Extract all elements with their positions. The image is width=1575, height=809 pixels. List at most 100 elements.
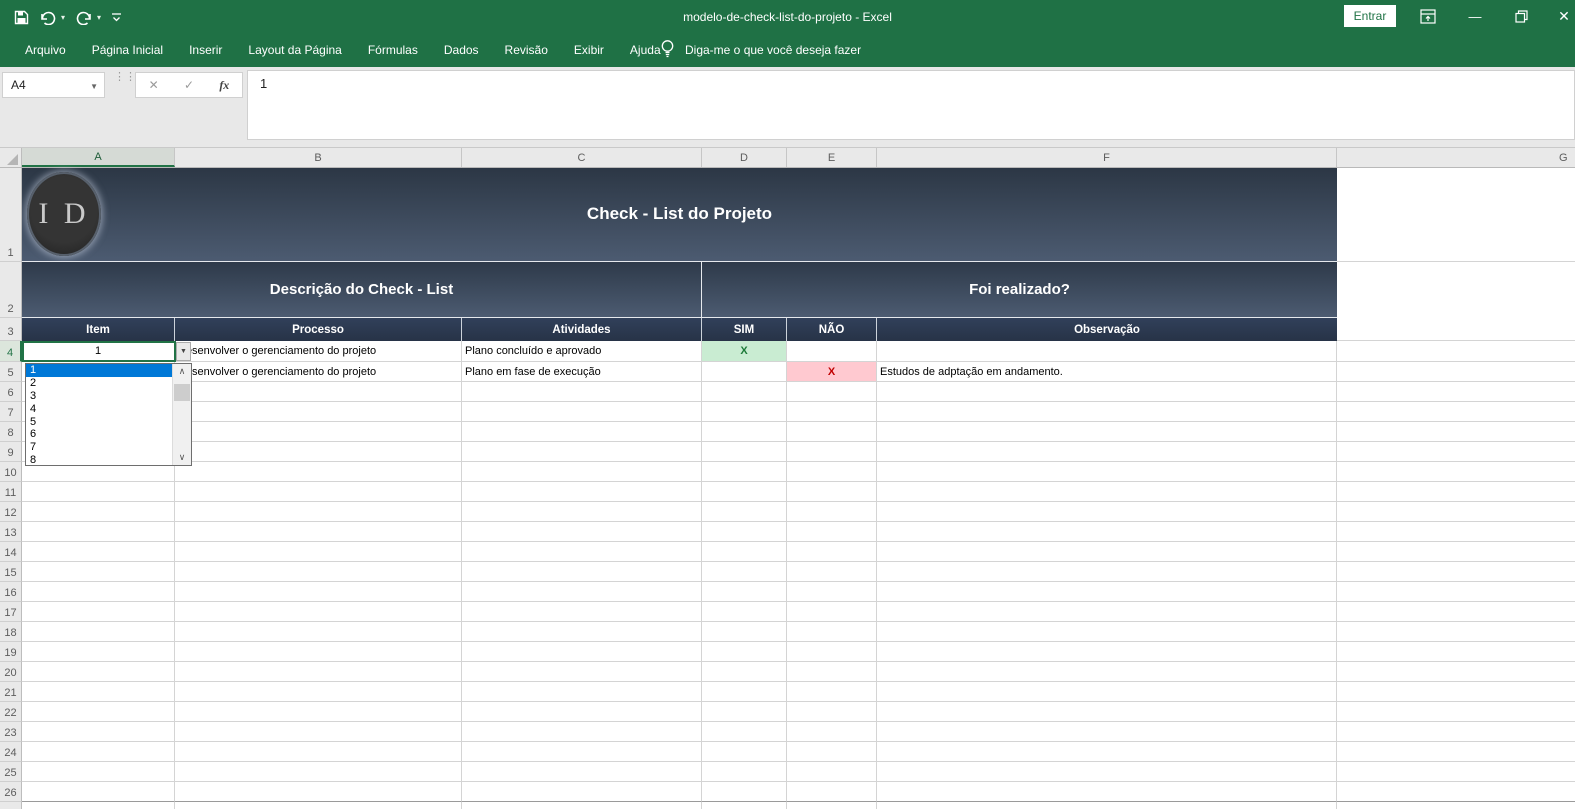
cell-C19[interactable] <box>462 642 702 662</box>
cell-A18[interactable] <box>22 622 175 642</box>
formula-input[interactable]: 1 <box>247 70 1575 140</box>
cell-B14[interactable] <box>175 542 462 562</box>
save-icon[interactable] <box>14 10 29 25</box>
cell-E6[interactable] <box>787 382 877 402</box>
cell-E21[interactable] <box>787 682 877 702</box>
cell-D24[interactable] <box>702 742 787 762</box>
row-header-17[interactable]: 17 <box>0 602 22 622</box>
cell-E20[interactable] <box>787 662 877 682</box>
cell-D12[interactable] <box>702 502 787 522</box>
cell-E4[interactable] <box>787 341 877 362</box>
empty-area[interactable] <box>1337 522 1575 542</box>
tell-me-box[interactable]: Diga-me o que você deseja fazer <box>660 33 861 67</box>
cell-A11[interactable] <box>22 482 175 502</box>
empty-area[interactable] <box>1337 722 1575 742</box>
cell-E16[interactable] <box>787 582 877 602</box>
row-header-4[interactable]: 4 <box>0 341 22 362</box>
cell-F25[interactable] <box>877 762 1337 782</box>
empty-area[interactable] <box>1337 442 1575 462</box>
tab-dados[interactable]: Dados <box>431 33 492 67</box>
cell-D8[interactable] <box>702 422 787 442</box>
formula-bar-grip[interactable]: ⋮⋮ <box>114 72 136 95</box>
row-header-10[interactable]: 10 <box>0 462 22 482</box>
cell-D17[interactable] <box>702 602 787 622</box>
empty-area[interactable] <box>1337 742 1575 762</box>
cell-B13[interactable] <box>175 522 462 542</box>
empty-area[interactable] <box>1337 682 1575 702</box>
empty-area[interactable] <box>1337 562 1575 582</box>
dropdown-item-6[interactable]: 6 <box>26 428 175 441</box>
cell-F26[interactable] <box>877 782 1337 802</box>
cell-A23[interactable] <box>22 722 175 742</box>
enter-icon[interactable]: ✓ <box>171 78 206 92</box>
cell-B6[interactable] <box>175 382 462 402</box>
cell-E12[interactable] <box>787 502 877 522</box>
empty-area[interactable] <box>1337 402 1575 422</box>
scroll-down-icon[interactable]: ∨ <box>173 450 191 465</box>
cell-D18[interactable] <box>702 622 787 642</box>
tab-formulas[interactable]: Fórmulas <box>355 33 431 67</box>
cell-C11[interactable] <box>462 482 702 502</box>
cell-C13[interactable] <box>462 522 702 542</box>
empty-area[interactable] <box>1337 622 1575 642</box>
empty-area[interactable] <box>1337 702 1575 722</box>
empty-area[interactable] <box>1337 662 1575 682</box>
empty-area[interactable] <box>1337 462 1575 482</box>
cell-A15[interactable] <box>22 562 175 582</box>
cell-D15[interactable] <box>702 562 787 582</box>
empty-area[interactable] <box>1337 602 1575 622</box>
cell-B16[interactable] <box>175 582 462 602</box>
cell-F22[interactable] <box>877 702 1337 722</box>
cell-E15[interactable] <box>787 562 877 582</box>
cell-E8[interactable] <box>787 422 877 442</box>
name-box[interactable]: A4 ▼ <box>2 72 105 98</box>
cell-D9[interactable] <box>702 442 787 462</box>
tab-arquivo[interactable]: Arquivo <box>12 33 79 67</box>
cell-E7[interactable] <box>787 402 877 422</box>
cell-D11[interactable] <box>702 482 787 502</box>
cell-B25[interactable] <box>175 762 462 782</box>
cell-E5[interactable]: X <box>787 362 877 382</box>
restore-button[interactable] <box>1504 0 1538 33</box>
name-box-dropdown-icon[interactable]: ▼ <box>90 82 98 91</box>
cell-F13[interactable] <box>877 522 1337 542</box>
cell-D21[interactable] <box>702 682 787 702</box>
column-header-D[interactable]: D <box>702 148 787 167</box>
cell-C5[interactable]: Plano em fase de execução <box>462 362 702 382</box>
cell-B8[interactable] <box>175 422 462 442</box>
cell-F5[interactable]: Estudos de adptação em andamento. <box>877 362 1337 382</box>
cell-F27[interactable] <box>877 802 1337 809</box>
undo-dropdown-icon[interactable]: ▾ <box>61 13 65 22</box>
row-header-11[interactable]: 11 <box>0 482 22 502</box>
tab-pagina-inicial[interactable]: Página Inicial <box>79 33 176 67</box>
cell-D7[interactable] <box>702 402 787 422</box>
tab-layout-da-pagina[interactable]: Layout da Página <box>235 33 354 67</box>
row-header-15[interactable]: 15 <box>0 562 22 582</box>
dropdown-scrollbar[interactable]: ∧ ∨ <box>172 364 191 465</box>
row-header-20[interactable]: 20 <box>0 662 22 682</box>
cell-A4[interactable]: 1 <box>22 341 175 362</box>
row-header-1[interactable]: 1 <box>0 168 22 262</box>
cell-C15[interactable] <box>462 562 702 582</box>
cell-C20[interactable] <box>462 662 702 682</box>
cell-F7[interactable] <box>877 402 1337 422</box>
cell-A17[interactable] <box>22 602 175 622</box>
cell-D5[interactable] <box>702 362 787 382</box>
ribbon-display-options-icon[interactable] <box>1411 0 1445 33</box>
cell-D20[interactable] <box>702 662 787 682</box>
cell-B15[interactable] <box>175 562 462 582</box>
cell-B12[interactable] <box>175 502 462 522</box>
cell-B24[interactable] <box>175 742 462 762</box>
cell-E14[interactable] <box>787 542 877 562</box>
row-header-19[interactable]: 19 <box>0 642 22 662</box>
cell-D4[interactable]: X <box>702 341 787 362</box>
cell-F8[interactable] <box>877 422 1337 442</box>
cell-D16[interactable] <box>702 582 787 602</box>
cell-B23[interactable] <box>175 722 462 742</box>
cell-E10[interactable] <box>787 462 877 482</box>
row-header-23[interactable]: 23 <box>0 722 22 742</box>
cell-B27[interactable] <box>175 802 462 809</box>
cell-F6[interactable] <box>877 382 1337 402</box>
row-header-6[interactable]: 6 <box>0 382 22 402</box>
row-header-7[interactable]: 7 <box>0 402 22 422</box>
